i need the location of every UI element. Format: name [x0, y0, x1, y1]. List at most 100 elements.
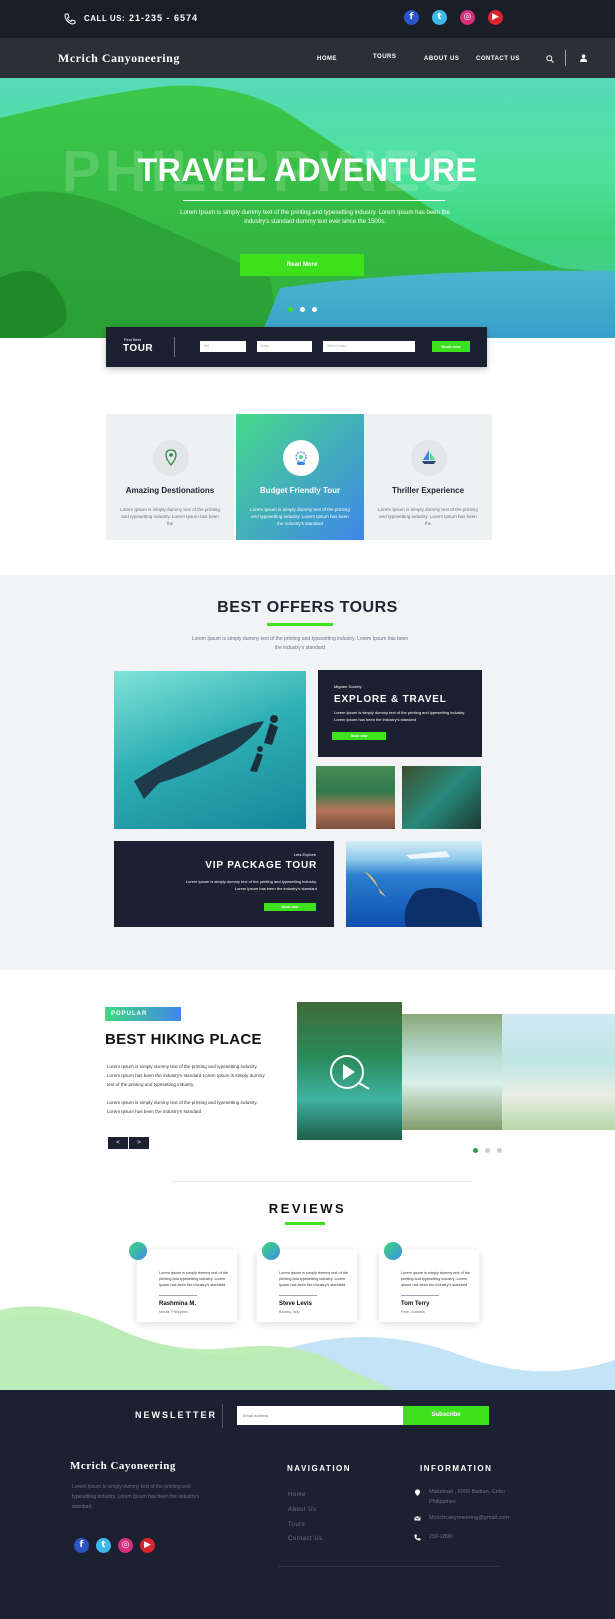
carousel-dot-1[interactable] — [288, 307, 293, 312]
jungle-river-video[interactable] — [297, 1002, 402, 1140]
section-separator — [172, 1181, 472, 1182]
nav-link-contact[interactable]: CONTACT US — [476, 56, 520, 62]
footer-link-about[interactable]: About Us — [288, 1507, 317, 1513]
heading-underline — [267, 623, 333, 626]
select-field[interactable]: Sel — [200, 341, 246, 352]
footer-about-text: Lorem Ipsum is simply dummy text of the … — [72, 1484, 200, 1510]
play-icon[interactable] — [329, 1054, 371, 1090]
facebook-icon[interactable]: f — [74, 1538, 89, 1553]
instagram-icon[interactable]: ◎ — [118, 1538, 133, 1553]
location-icon — [415, 1489, 420, 1496]
card-kicker: Lets Explore — [293, 852, 316, 857]
slider-dot-3[interactable] — [497, 1148, 502, 1153]
select-tour-field[interactable]: Select a tour — [323, 341, 415, 352]
review-text: Lorem Ipsum is simply dummy text of the … — [159, 1271, 228, 1287]
reviewer-location: Perth, Australia — [401, 1310, 425, 1314]
footer-address: Matutinao , 6000 Badian, Cebu Philippine… — [429, 1489, 505, 1505]
canyoneering-group-photo[interactable] — [316, 766, 395, 829]
slider-dot-1[interactable] — [473, 1148, 478, 1153]
waterfall-photo[interactable] — [402, 1014, 502, 1130]
phone-number[interactable]: 21-235 - 6574 — [129, 13, 198, 23]
whale-shark-image — [134, 715, 278, 799]
explore-travel-card[interactable]: Migrant Society EXPLORE & TRAVEL Lorem I… — [318, 670, 482, 757]
subscribe-button[interactable]: Subscribe — [403, 1406, 489, 1425]
popular-badge: POPULAR — [105, 1007, 181, 1021]
feature-icon-wrap — [153, 440, 189, 476]
review-card-2[interactable]: Lorem Ipsum is simply dummy text of the … — [257, 1250, 357, 1322]
footer-email[interactable]: Mcrichcanyoneering@gmail.com — [429, 1513, 509, 1523]
user-icon[interactable] — [580, 54, 587, 62]
footer-logo[interactable]: Mcrich Cayoneering — [70, 1460, 176, 1472]
review-card-1[interactable]: Lorem Ipsum is simply dummy text of the … — [137, 1250, 237, 1322]
feature-card-budget[interactable]: Budget Friendly Tour Lorem Ipsum is simp… — [236, 414, 364, 540]
book-now-button[interactable]: Book now — [432, 341, 470, 352]
find-best-label: Find Best — [124, 337, 141, 342]
next-button[interactable]: > — [129, 1137, 149, 1149]
carousel-dot-2[interactable] — [300, 307, 305, 312]
site-footer: Mcrich Cayoneering Lorem Ipsum is simply… — [0, 1442, 615, 1619]
nav-divider — [565, 50, 566, 66]
nav-link-home[interactable]: HOME — [317, 56, 337, 62]
heading-underline — [285, 1222, 325, 1225]
reviewer-name: Steve Levis — [279, 1301, 313, 1307]
nav-link-about[interactable]: ABOUT US — [424, 56, 459, 62]
reviewer-location: Bavaria, Italy — [279, 1310, 300, 1314]
footer-link-home[interactable]: Home — [288, 1492, 306, 1498]
phone-icon — [64, 13, 76, 25]
whale-shark-photo[interactable] — [114, 671, 306, 829]
facebook-icon[interactable]: f — [404, 10, 419, 25]
popular-paragraph-1: Lorem Ipsum is simply dummy text of the … — [107, 1064, 265, 1087]
youtube-icon[interactable]: ▶ — [140, 1538, 155, 1553]
instagram-icon[interactable]: ◎ — [460, 10, 475, 25]
review-divider — [159, 1295, 197, 1296]
site-logo[interactable]: Mcrich Canyoneering — [58, 51, 180, 66]
reviews-heading: REVIEWS — [268, 1201, 347, 1216]
feature-title: Thriller Experience — [391, 486, 465, 495]
email-input[interactable] — [237, 1406, 403, 1425]
snorkeling-photo[interactable] — [346, 841, 482, 927]
hero-title: TRAVEL ADVENTURE — [137, 152, 478, 188]
search-icon[interactable] — [546, 55, 554, 63]
card-title: VIP PACKAGE TOUR — [205, 860, 317, 871]
card-title: EXPLORE & TRAVEL — [334, 694, 447, 705]
avatar — [384, 1242, 402, 1260]
map-pin-icon — [165, 449, 177, 467]
mail-icon — [414, 1516, 421, 1521]
hero-banner: PHILIPPINES TRAVEL ADVENTURE Lorem Ipsum… — [0, 78, 615, 338]
youtube-icon[interactable]: ▶ — [488, 10, 503, 25]
feature-card-thriller[interactable]: Thriller Experience Lorem Ipsum is simpl… — [364, 414, 492, 540]
call-us-label: CALL US: — [84, 14, 126, 23]
slider-dot-2[interactable] — [485, 1148, 490, 1153]
vip-package-card[interactable]: Lets Explore VIP PACKAGE TOUR Lorem Ipsu… — [114, 841, 334, 927]
footer-link-tours[interactable]: Tours — [288, 1522, 305, 1528]
beach-photo[interactable] — [502, 1014, 615, 1130]
footer-link-contact[interactable]: Contact Us — [288, 1536, 323, 1542]
review-card-3[interactable]: Lorem Ipsum is simply dummy text of the … — [379, 1250, 479, 1322]
explore-book-button[interactable]: Book now — [332, 732, 386, 740]
gear-piggy-icon — [295, 451, 307, 465]
snorkel-whale-image — [364, 851, 482, 927]
twitter-icon[interactable]: t — [96, 1538, 111, 1553]
hero-subtitle: Lorem Ipsum is simply dummy text of the … — [180, 210, 450, 225]
twitter-icon[interactable]: t — [432, 10, 447, 25]
tour-search-bar: Find Best TOUR Sel Days Select a tour Bo… — [106, 327, 487, 367]
nav-link-tours[interactable]: TOURS — [373, 54, 396, 60]
review-divider — [279, 1295, 317, 1296]
feature-text: Lorem Ipsum is simply dummy text of the … — [378, 507, 478, 526]
footer-divider — [278, 1566, 500, 1567]
prev-button[interactable]: < — [108, 1137, 128, 1149]
vip-book-button[interactable]: Book now — [264, 903, 316, 911]
canyon-pool-photo[interactable] — [402, 766, 481, 829]
card-text: Lorem Ipsum is simply dummy text of the … — [334, 710, 466, 722]
carousel-dot-3[interactable] — [312, 307, 317, 312]
navigation-heading: NAVIGATION — [287, 1464, 352, 1473]
tour-label: TOUR — [123, 343, 154, 354]
phone-icon — [414, 1534, 421, 1541]
feature-card-destinations[interactable]: Amazing Destionations Lorem Ipsum is sim… — [106, 414, 234, 540]
section-heading: BEST OFFERS TOURS — [217, 599, 398, 616]
section-subtitle: Lorem Ipsum is simply dummy text of the … — [191, 636, 409, 651]
footer-phone[interactable]: 256-1890 — [429, 1532, 452, 1542]
days-field[interactable]: Days — [257, 341, 312, 352]
read-more-button[interactable]: Read More — [240, 254, 364, 276]
feature-title: Amazing Destionations — [125, 486, 215, 495]
